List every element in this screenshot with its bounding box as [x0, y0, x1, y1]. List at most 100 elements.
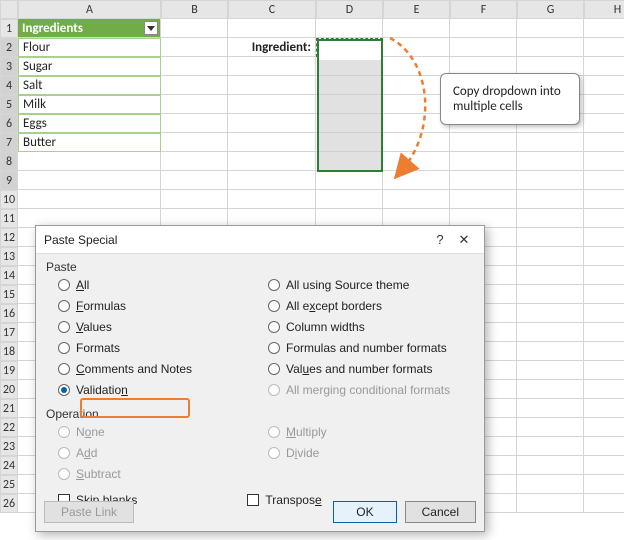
cancel-button[interactable]: Cancel: [405, 501, 476, 523]
paste-option-formats[interactable]: Formats: [58, 339, 268, 357]
cell-B7[interactable]: [161, 133, 228, 152]
cell-G18[interactable]: [517, 342, 584, 361]
cell-H6[interactable]: [584, 114, 624, 133]
cell-A3[interactable]: Sugar: [18, 57, 161, 76]
cell-C1[interactable]: [228, 19, 316, 38]
cell-B6[interactable]: [161, 114, 228, 133]
cell-F9[interactable]: [450, 171, 517, 190]
cell-H13[interactable]: [584, 247, 624, 266]
cell-C3[interactable]: [228, 57, 316, 76]
cell-D1[interactable]: [316, 19, 383, 38]
cell-C10[interactable]: [228, 190, 316, 209]
cell-D5[interactable]: [316, 95, 383, 114]
cell-B5[interactable]: [161, 95, 228, 114]
cell-G1[interactable]: [517, 19, 584, 38]
row-header-25[interactable]: 25: [0, 475, 18, 494]
cell-D8[interactable]: [316, 152, 383, 171]
row-header-7[interactable]: 7: [0, 133, 18, 152]
paste-option-values-and-number-formats[interactable]: Values and number formats: [268, 360, 478, 378]
cell-D10[interactable]: [316, 190, 383, 209]
cell-H25[interactable]: [584, 475, 624, 494]
cell-C7[interactable]: [228, 133, 316, 152]
cell-G11[interactable]: [517, 209, 584, 228]
cell-H4[interactable]: [584, 76, 624, 95]
paste-option-all[interactable]: All: [58, 276, 268, 294]
row-header-20[interactable]: 20: [0, 380, 18, 399]
cell-B10[interactable]: [161, 190, 228, 209]
cell-F8[interactable]: [450, 152, 517, 171]
row-header-21[interactable]: 21: [0, 399, 18, 418]
cell-E9[interactable]: [383, 171, 450, 190]
cell-H5[interactable]: [584, 95, 624, 114]
cell-G16[interactable]: [517, 304, 584, 323]
row-header-22[interactable]: 22: [0, 418, 18, 437]
paste-option-all-using-source-theme[interactable]: All using Source theme: [268, 276, 478, 294]
cell-H26[interactable]: [584, 494, 624, 513]
row-header-12[interactable]: 12: [0, 228, 18, 247]
cell-B3[interactable]: [161, 57, 228, 76]
row-header-9[interactable]: 9: [0, 171, 18, 190]
cell-A5[interactable]: Milk: [18, 95, 161, 114]
col-header-G[interactable]: G: [517, 0, 584, 19]
col-header-H[interactable]: H: [584, 0, 624, 19]
cell-G20[interactable]: [517, 380, 584, 399]
cell-F2[interactable]: [450, 38, 517, 57]
cell-B4[interactable]: [161, 76, 228, 95]
cell-H8[interactable]: [584, 152, 624, 171]
cell-H15[interactable]: [584, 285, 624, 304]
row-header-8[interactable]: 8: [0, 152, 18, 171]
cell-H16[interactable]: [584, 304, 624, 323]
row-header-24[interactable]: 24: [0, 456, 18, 475]
cell-G14[interactable]: [517, 266, 584, 285]
cell-H20[interactable]: [584, 380, 624, 399]
cell-H3[interactable]: [584, 57, 624, 76]
paste-option-values[interactable]: Values: [58, 318, 268, 336]
row-header-4[interactable]: 4: [0, 76, 18, 95]
cell-D9[interactable]: [316, 171, 383, 190]
cell-G17[interactable]: [517, 323, 584, 342]
cell-G21[interactable]: [517, 399, 584, 418]
row-header-1[interactable]: 1: [0, 19, 18, 38]
cell-F7[interactable]: [450, 133, 517, 152]
row-header-6[interactable]: 6: [0, 114, 18, 133]
cell-A8[interactable]: [18, 152, 161, 171]
cell-H23[interactable]: [584, 437, 624, 456]
col-header-F[interactable]: F: [450, 0, 517, 19]
cell-G26[interactable]: [517, 494, 584, 513]
row-header-17[interactable]: 17: [0, 323, 18, 342]
row-header-19[interactable]: 19: [0, 361, 18, 380]
cell-B1[interactable]: [161, 19, 228, 38]
col-header-B[interactable]: B: [161, 0, 228, 19]
col-header-C[interactable]: C: [228, 0, 316, 19]
cell-G7[interactable]: [517, 133, 584, 152]
cell-H24[interactable]: [584, 456, 624, 475]
paste-option-column-widths[interactable]: Column widths: [268, 318, 478, 336]
cell-D6[interactable]: [316, 114, 383, 133]
cell-A6[interactable]: Eggs: [18, 114, 161, 133]
cell-H22[interactable]: [584, 418, 624, 437]
cell-C6[interactable]: [228, 114, 316, 133]
cell-G25[interactable]: [517, 475, 584, 494]
cell-H12[interactable]: [584, 228, 624, 247]
cell-D3[interactable]: [316, 57, 383, 76]
cell-B8[interactable]: [161, 152, 228, 171]
cell-A2[interactable]: Flour: [18, 38, 161, 57]
row-header-3[interactable]: 3: [0, 57, 18, 76]
cell-A1[interactable]: Ingredients: [18, 19, 161, 38]
cell-E7[interactable]: [383, 133, 450, 152]
cell-G24[interactable]: [517, 456, 584, 475]
row-header-2[interactable]: 2: [0, 38, 18, 57]
cell-E8[interactable]: [383, 152, 450, 171]
cell-H7[interactable]: [584, 133, 624, 152]
cell-C8[interactable]: [228, 152, 316, 171]
cell-G12[interactable]: [517, 228, 584, 247]
col-header-E[interactable]: E: [383, 0, 450, 19]
paste-option-formulas-and-number-formats[interactable]: Formulas and number formats: [268, 339, 478, 357]
col-header-A[interactable]: A: [18, 0, 161, 19]
dialog-titlebar[interactable]: Paste Special ? ✕: [36, 226, 484, 254]
row-header-10[interactable]: 10: [0, 190, 18, 209]
row-header-5[interactable]: 5: [0, 95, 18, 114]
ok-button[interactable]: OK: [333, 501, 396, 523]
cell-G9[interactable]: [517, 171, 584, 190]
cell-H14[interactable]: [584, 266, 624, 285]
